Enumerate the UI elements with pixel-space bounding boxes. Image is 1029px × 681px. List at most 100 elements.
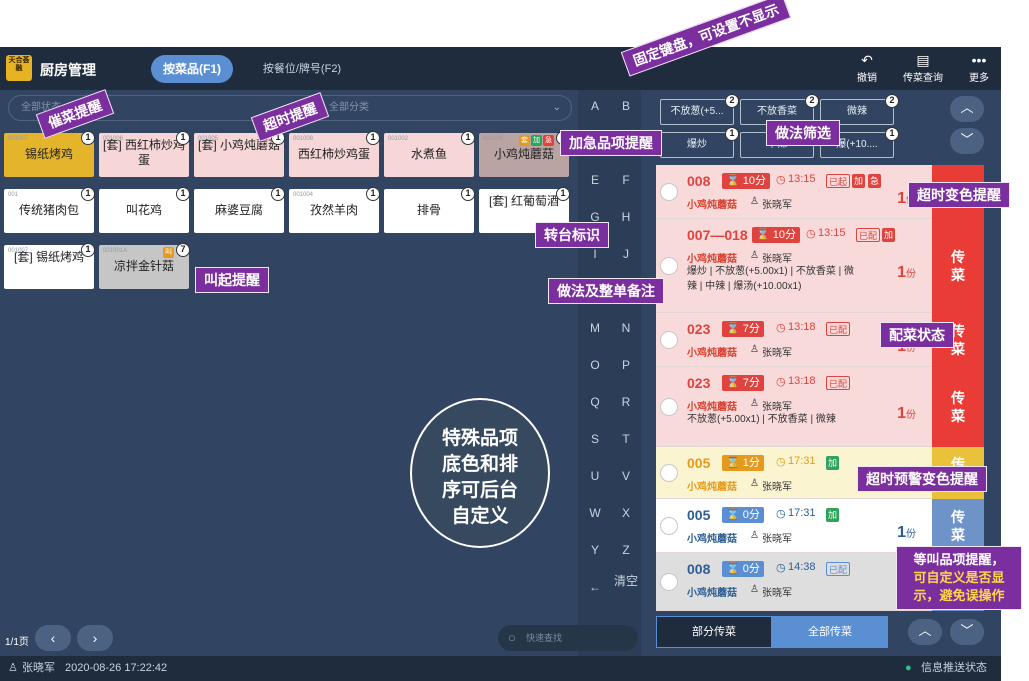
alphabet-key[interactable]: W	[580, 499, 610, 527]
scroll-up-button[interactable]: ︿	[950, 96, 984, 122]
alphabet-key[interactable]: N	[611, 314, 641, 342]
order-badge: 已配	[856, 228, 881, 242]
tab-by-dish[interactable]: 按菜品(F1)	[151, 55, 233, 83]
order-checkbox[interactable]	[660, 573, 678, 591]
next-page-button[interactable]: ›	[77, 625, 113, 651]
dish-card[interactable]: 001 传统猪肉包 1	[4, 187, 95, 233]
alphabet-key[interactable]: Y	[580, 536, 610, 564]
order-dish: 小鸡炖蘑菇	[687, 348, 737, 359]
kitchen-app: 天合荟融 厨房管理 按菜品(F1) 按餐位/牌号(F2) ↶ 撤销 ▤ 传菜查询 •…	[0, 47, 1001, 681]
method-filter-button[interactable]: 爆炒 1	[660, 127, 739, 158]
person-icon: ♙	[750, 530, 759, 541]
order-number: 023	[687, 321, 711, 337]
alphabet-key[interactable]: P	[611, 351, 641, 379]
dish-card[interactable]: 001004 孜然羊肉 1	[289, 187, 380, 233]
dish-card[interactable]: 001001A 凉拌金针菇 7叫	[99, 243, 190, 289]
more-button[interactable]: ••• 更多	[952, 52, 1001, 86]
order-number: 005	[687, 507, 711, 523]
dish-card[interactable]: 排骨 1	[384, 187, 475, 233]
alphabet-key[interactable]: Q	[580, 388, 610, 416]
dish-card[interactable]: 001002 水煮鱼 1	[384, 131, 475, 177]
list-down-button[interactable]: ﹀	[950, 619, 984, 645]
tab-by-table[interactable]: 按餐位/牌号(F2)	[252, 55, 352, 83]
order-checkbox[interactable]	[660, 183, 678, 201]
serve-side-button[interactable]: 传菜	[932, 219, 984, 313]
scroll-down-button[interactable]: ﹀	[950, 128, 984, 154]
order-number: 007—018	[687, 227, 748, 243]
alphabet-key[interactable]: 清空	[611, 573, 641, 601]
order-checkbox[interactable]	[660, 257, 678, 275]
undo-button[interactable]: ↶ 撤销	[840, 52, 894, 86]
status-bar: ♙ 张晓军 2020-08-26 17:22:42 ● 信息推送状态	[0, 656, 1001, 681]
order-badge: 已配	[826, 562, 851, 576]
annotation-warn-color: 超时预警变色提醒	[857, 466, 987, 492]
alphabet-key[interactable]: R	[611, 388, 641, 416]
serve-side-button[interactable]: 传菜	[932, 499, 984, 553]
alphabet-keyboard: ABCDEFGHIJKLMNOPQRSTUVWXYZ←清空	[578, 90, 641, 660]
alphabet-key[interactable]: S	[580, 425, 610, 453]
alphabet-key[interactable]: U	[580, 462, 610, 490]
alphabet-key[interactable]: T	[611, 425, 641, 453]
order-checkbox[interactable]	[660, 464, 678, 482]
order-badge: 已配	[826, 376, 851, 390]
serve-all-button[interactable]: 全部传菜	[772, 616, 888, 648]
dish-card[interactable]: 001005 [套] 小鸡炖蘑菇 1	[194, 131, 285, 177]
alphabet-key[interactable]: Z	[611, 536, 641, 564]
alphabet-key[interactable]: V	[611, 462, 641, 490]
alphabet-key[interactable]: F	[611, 166, 641, 194]
dish-tag: 套	[519, 135, 530, 146]
quick-search-input[interactable]: ○ 快速查找	[498, 625, 638, 651]
dish-card[interactable]: 001007 [套] 锡纸烤鸡 1	[4, 243, 95, 289]
dish-card[interactable]: 001005 小鸡炖蘑菇 1套加急	[479, 131, 570, 177]
method-filter-button[interactable]: 不放葱(+5... 2	[660, 94, 739, 125]
dish-count-badge: 1	[81, 243, 95, 257]
dish-name: 麻婆豆腐	[214, 203, 263, 217]
dish-count-badge: 1	[271, 187, 285, 201]
dish-name: 排骨	[416, 203, 441, 217]
timer-badge: ⌛ 10分	[752, 227, 801, 243]
order-card[interactable]: 023 ⌛ 7分 ◷ 13:18 小鸡炖蘑菇 ♙ 张晓军 1份 已配 不放葱(+5.…	[656, 367, 932, 447]
order-checkbox[interactable]	[660, 398, 678, 416]
user-icon: ♙	[8, 662, 18, 674]
alphabet-key[interactable]: ←	[580, 573, 610, 601]
clock-icon: ◷	[776, 562, 786, 574]
query-button[interactable]: ▤ 传菜查询	[896, 52, 950, 86]
dish-code: 001002	[388, 136, 409, 142]
order-checkbox[interactable]	[660, 517, 678, 535]
order-card[interactable]: 005 ⌛ 0分 ◷ 17:31 小鸡炖蘑菇 ♙ 张晓军 1份 加	[656, 499, 932, 553]
order-waiter: 张晓军	[762, 402, 792, 413]
clock-icon: ◷	[776, 376, 786, 388]
dish-card[interactable]: 001007 锡纸烤鸡 1	[4, 131, 95, 177]
dish-card[interactable]: 001006 [套] 西红柿炒鸡蛋 1	[99, 131, 190, 177]
timer-badge: ⌛ 7分	[722, 375, 764, 391]
alphabet-key[interactable]: H	[611, 203, 641, 231]
order-badge: 加	[826, 456, 840, 470]
prev-page-button[interactable]: ‹	[35, 625, 71, 651]
alphabet-key[interactable]: M	[580, 314, 610, 342]
list-up-button[interactable]: ︿	[908, 619, 942, 645]
order-badge: 已配	[826, 322, 851, 336]
order-card[interactable]: 008 ⌛ 10分 ◷ 13:15 小鸡炖蘑菇 ♙ 张晓军 1份已起加急	[656, 165, 932, 219]
person-icon: ♙	[750, 196, 759, 207]
partial-serve-button[interactable]: 部分传菜	[656, 616, 772, 648]
dish-card[interactable]: 叫花鸡 1	[99, 187, 190, 233]
order-waiter: 张晓军	[762, 348, 792, 359]
alphabet-key[interactable]: E	[580, 166, 610, 194]
order-checkbox[interactable]	[660, 331, 678, 349]
alphabet-key[interactable]: X	[611, 499, 641, 527]
order-card[interactable]: 007—018 ⌛ 10分 ◷ 13:15 小鸡炖蘑菇 ♙ 张晓军 1份 已配加爆…	[656, 219, 932, 313]
order-time: 13:18	[788, 321, 816, 333]
alphabet-key[interactable]: J	[611, 240, 641, 268]
order-card[interactable]: 008 ⌛ 0分 ◷ 14:38 小鸡炖蘑菇 ♙ 张晓军 1份已配	[656, 553, 932, 611]
dish-card[interactable]: 麻婆豆腐 1	[194, 187, 285, 233]
dish-card[interactable]: 001008 西红柿炒鸡蛋 1	[289, 131, 380, 177]
serve-side-button[interactable]: 传菜	[932, 367, 984, 447]
order-waiter: 张晓军	[762, 588, 792, 599]
alphabet-key[interactable]: A	[580, 92, 610, 120]
alphabet-key[interactable]: O	[580, 351, 610, 379]
dish-name: 水煮鱼	[410, 147, 447, 161]
order-note: 爆炒 | 不放葱(+5.00x1) | 不放香菜 | 微辣 | 中辣 | 爆汤(…	[687, 266, 854, 292]
person-icon: ♙	[750, 398, 759, 409]
alphabet-key[interactable]: B	[611, 92, 641, 120]
order-time: 17:31	[788, 507, 816, 519]
